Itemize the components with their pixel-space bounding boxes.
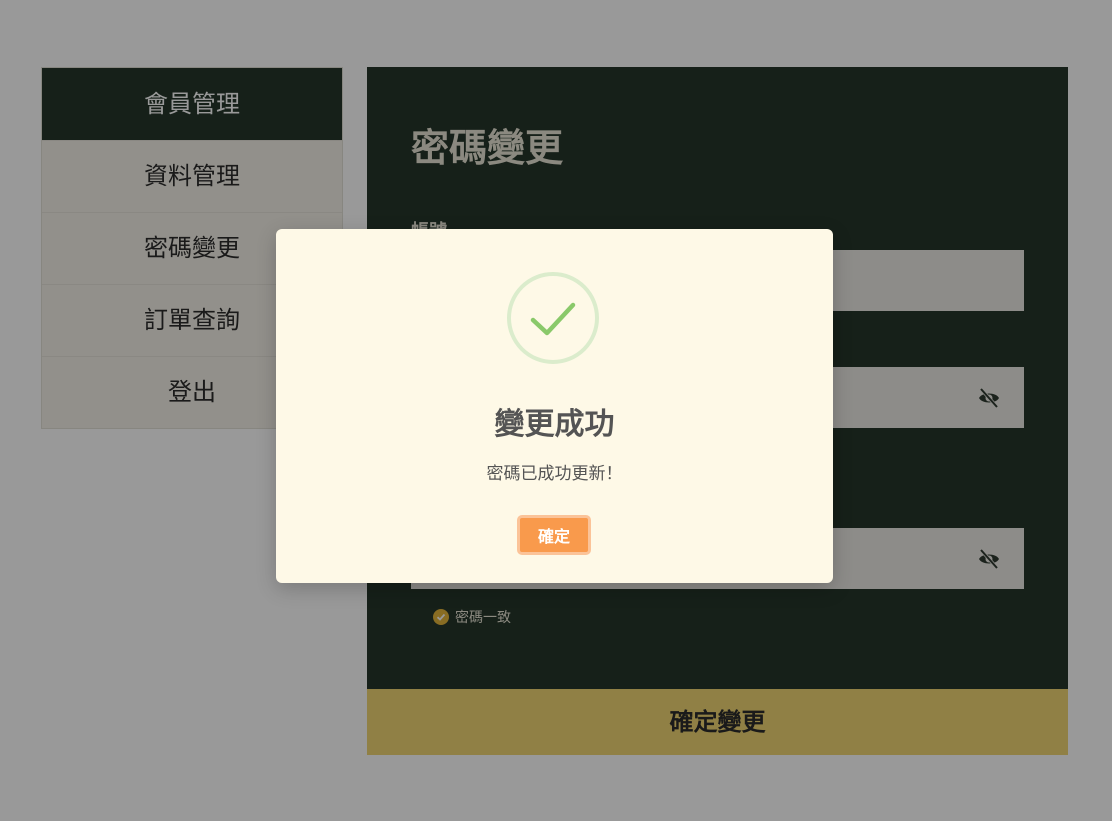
- dialog-message: 密碼已成功更新！: [486, 464, 623, 484]
- dialog-title: 變更成功: [494, 407, 615, 442]
- success-dialog: 變更成功 密碼已成功更新！ 確定: [276, 229, 833, 583]
- dialog-confirm-button[interactable]: 確定: [517, 515, 591, 555]
- success-check-icon: [507, 272, 599, 364]
